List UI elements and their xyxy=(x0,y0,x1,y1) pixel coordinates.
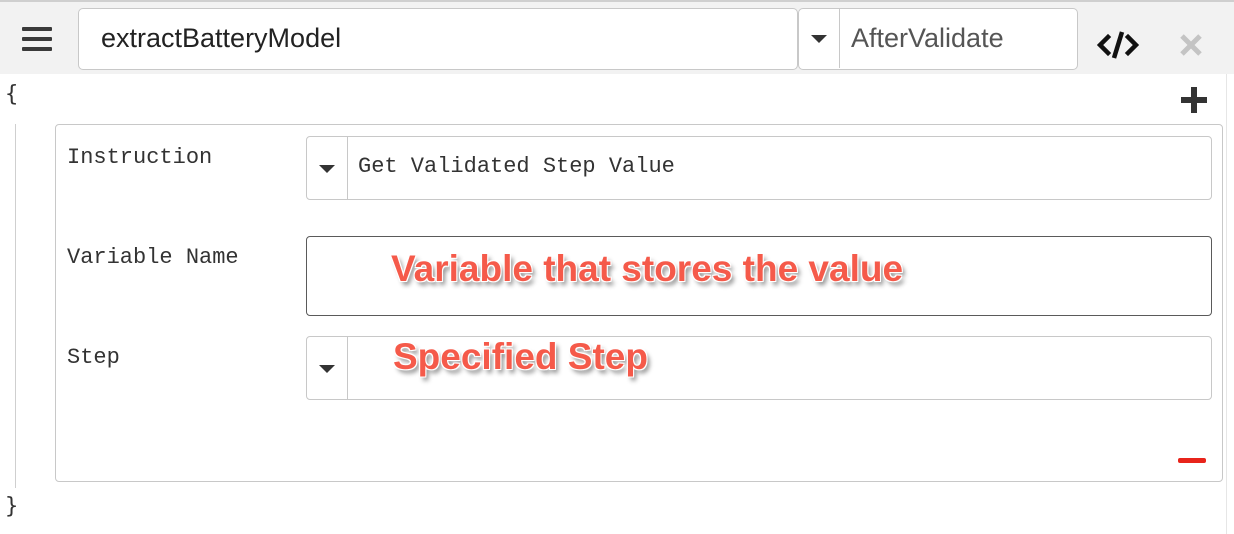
event-select-value: AfterValidate xyxy=(851,23,1004,53)
step-annotation: Specified Step xyxy=(393,336,648,377)
instruction-select-value: Get Validated Step Value xyxy=(358,154,675,179)
open-brace: { xyxy=(5,82,19,107)
caret-down-icon xyxy=(811,35,827,43)
variable-annotation: Variable that stores the value xyxy=(391,248,904,289)
close-icon[interactable] xyxy=(1178,32,1204,58)
close-brace: } xyxy=(5,494,19,519)
hamburger-menu-icon[interactable] xyxy=(22,27,52,51)
panel-divider xyxy=(1226,74,1227,534)
hamburger-line xyxy=(22,47,52,51)
step-select-toggle[interactable] xyxy=(307,337,348,399)
caret-down-icon xyxy=(319,165,335,173)
event-select[interactable]: AfterValidate xyxy=(798,8,1078,70)
event-select-toggle[interactable] xyxy=(799,9,840,68)
indent-guide xyxy=(15,124,16,488)
instruction-label: Instruction xyxy=(67,145,213,170)
code-icon[interactable] xyxy=(1097,28,1139,62)
remove-instruction-icon[interactable] xyxy=(1178,458,1206,463)
instruction-select[interactable]: Get Validated Step Value xyxy=(306,136,1212,200)
variable-name-label: Variable Name xyxy=(67,245,239,270)
instruction-select-toggle[interactable] xyxy=(307,137,348,199)
function-name-input[interactable]: extractBatteryModel xyxy=(78,8,798,70)
caret-down-icon xyxy=(319,365,335,373)
add-instruction-icon[interactable] xyxy=(1180,86,1208,114)
step-label: Step xyxy=(67,345,120,370)
hamburger-line xyxy=(22,37,52,41)
hamburger-line xyxy=(22,27,52,31)
toolbar: extractBatteryModel AfterValidate xyxy=(0,0,1234,74)
instruction-card: Instruction Get Validated Step Value Var… xyxy=(55,124,1223,482)
